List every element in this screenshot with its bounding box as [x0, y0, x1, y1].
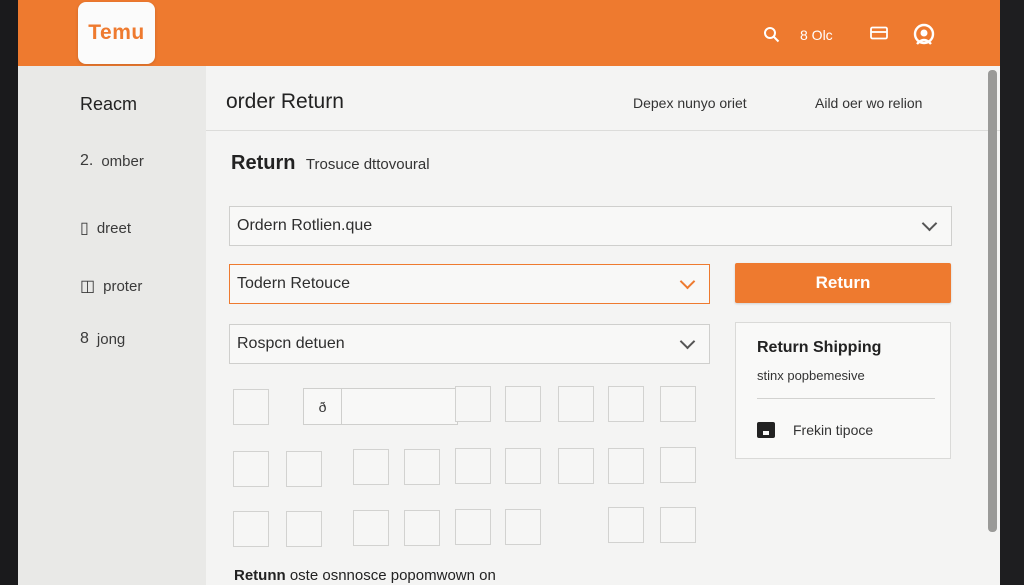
grid-cell[interactable]	[455, 509, 491, 545]
edit-icon: ◫	[80, 278, 96, 295]
grid-cell[interactable]	[286, 511, 322, 547]
header-link-2[interactable]: Aild oer wo relion	[815, 95, 922, 111]
grid-cell[interactable]	[233, 451, 269, 487]
screen-bezel	[1000, 0, 1024, 585]
header-link-1[interactable]: Depex nunyo oriet	[633, 95, 747, 111]
grid-cell[interactable]	[558, 386, 594, 422]
header-status-text[interactable]: 8 Olc	[800, 27, 833, 43]
sidebar: Reacm 2. omber ▯ dreet ◫ proter 8 jong	[18, 66, 207, 585]
footer-text: oste osnnosce popomwown on	[289, 567, 496, 584]
chevron-down-icon	[679, 333, 696, 350]
section-title: Return	[231, 152, 296, 174]
grid-cell[interactable]	[505, 509, 541, 545]
shipping-subtitle: stinx popbemesive	[757, 368, 865, 383]
option-select-value: Rospcn detuen	[237, 335, 345, 352]
section-subtitle: Trosuce dttovoural	[305, 156, 430, 173]
grid-cell[interactable]	[404, 510, 440, 546]
return-button[interactable]: Return	[735, 263, 951, 303]
temu-logo[interactable]: Temu	[78, 2, 155, 64]
sidebar-item-label: proter	[103, 277, 143, 295]
sidebar-item-icon: 8	[80, 330, 89, 347]
shipping-option-label: Frekin tipoce	[793, 422, 874, 438]
search-icon[interactable]	[763, 26, 780, 48]
card-icon[interactable]	[870, 26, 888, 45]
reason-select-value: Todern Retouce	[237, 275, 350, 292]
reason-select[interactable]: Todern Retouce	[229, 264, 710, 304]
grid-cell[interactable]	[353, 449, 389, 485]
sidebar-item-label: jong	[96, 330, 126, 348]
grid-cell[interactable]	[455, 386, 491, 422]
order-select-value: Ordern Rotlien.que	[237, 217, 373, 234]
section-heading: Return Trosuce dttovoural	[231, 152, 430, 175]
grid-cell[interactable]	[608, 386, 644, 422]
grid-cell[interactable]	[233, 389, 269, 425]
sidebar-item-dreet[interactable]: ▯ dreet	[80, 218, 131, 238]
sidebar-item-jong[interactable]: 8 jong	[80, 330, 125, 348]
footer-text-line: Retunn oste osnnosce popomwown on	[234, 567, 496, 584]
sidebar-item-icon: 2.	[80, 152, 94, 169]
page-title: order Return	[226, 90, 344, 113]
footer-bold-text: Retunn	[234, 567, 286, 584]
chevron-down-icon	[921, 215, 938, 232]
phone-icon: ▯	[80, 220, 89, 237]
grid-cell[interactable]	[286, 451, 322, 487]
grid-cell[interactable]	[404, 449, 440, 485]
option-select[interactable]: Rospcn detuen	[229, 324, 710, 364]
printer-icon	[757, 422, 775, 438]
grid-cell[interactable]	[455, 448, 491, 484]
grid-cell[interactable]	[558, 448, 594, 484]
shipping-option[interactable]: Frekin tipoce	[757, 422, 873, 438]
grid-cell[interactable]	[233, 511, 269, 547]
order-select[interactable]: Ordern Rotlien.que	[229, 206, 952, 246]
grid-cell[interactable]	[505, 386, 541, 422]
app-screen: Temu 8 Olc Reacm 2. omber ▯ dreet ◫ prot…	[18, 0, 1000, 585]
top-bar: Temu 8 Olc	[18, 0, 1000, 66]
sidebar-item-omber[interactable]: 2. omber	[80, 152, 144, 170]
main-header: order Return Depex nunyo oriet Aild oer …	[206, 66, 1000, 131]
chevron-down-icon	[679, 273, 696, 290]
grid-input-field[interactable]: ð	[303, 388, 458, 425]
grid-cell[interactable]	[660, 386, 696, 422]
sidebar-item-label: omber	[101, 152, 144, 170]
scrollbar[interactable]	[988, 70, 997, 532]
sidebar-item-proter[interactable]: ◫ proter	[80, 276, 142, 296]
sidebar-item-label: dreet	[96, 219, 132, 237]
grid-cell[interactable]	[608, 448, 644, 484]
grid-cell[interactable]	[660, 507, 696, 543]
grid-cell-label: ð	[304, 389, 342, 424]
grid-cell[interactable]	[660, 447, 696, 483]
divider	[757, 398, 935, 399]
grid-cell[interactable]	[608, 507, 644, 543]
sidebar-title: Reacm	[80, 94, 138, 114]
shipping-title: Return Shipping	[757, 339, 882, 356]
account-icon[interactable]	[911, 22, 937, 53]
grid-cell[interactable]	[505, 448, 541, 484]
grid-cell[interactable]	[353, 510, 389, 546]
return-shipping-card: Return Shipping stinx popbemesive Frekin…	[735, 322, 951, 459]
